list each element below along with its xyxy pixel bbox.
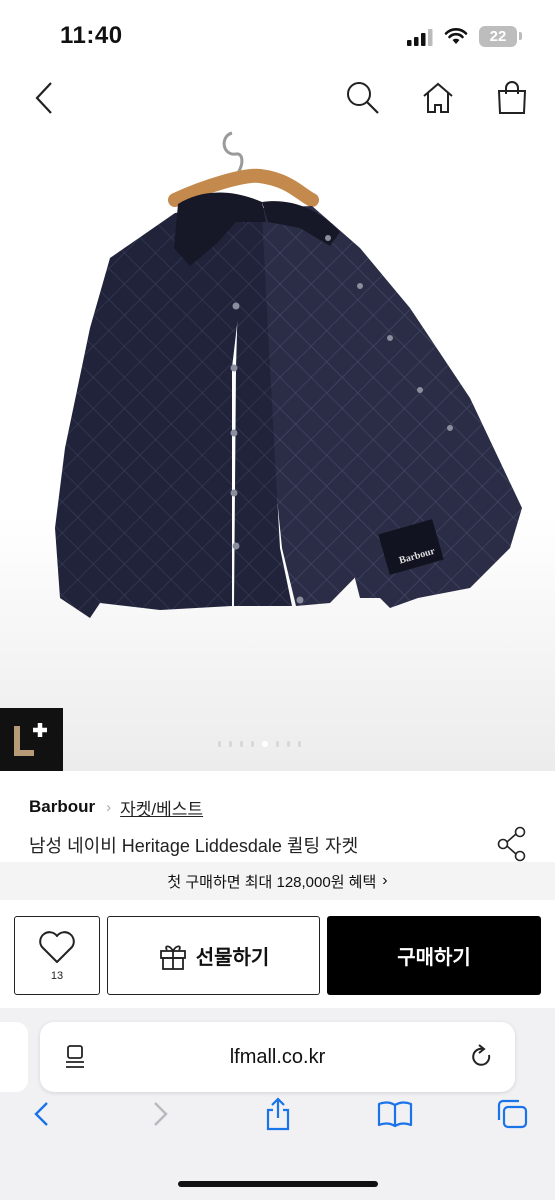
buy-button[interactable]: 구매하기 (327, 916, 541, 995)
home-button[interactable] (416, 76, 460, 120)
top-navigation (0, 70, 555, 130)
like-count: 13 (50, 969, 64, 982)
tabs-button[interactable] (492, 1094, 532, 1134)
lplus-logo-icon (14, 723, 47, 756)
carousel-dot[interactable] (218, 741, 221, 747)
browser-back-button[interactable] (21, 1094, 61, 1134)
status-time: 11:40 (60, 22, 123, 49)
chevron-right-icon: › (382, 872, 388, 889)
gift-icon (159, 944, 186, 970)
promo-text: 첫 구매하면 최대 128,000원 혜택 (167, 873, 377, 891)
carousel-dot[interactable] (251, 741, 254, 747)
wifi-icon (444, 28, 468, 44)
search-icon (347, 82, 379, 114)
status-bar: 11:40 22 (0, 0, 555, 70)
chevron-right-icon (154, 1102, 168, 1126)
like-button[interactable]: 13 (14, 916, 100, 995)
share-sheet-icon (266, 1097, 290, 1131)
carousel-dot[interactable] (276, 741, 279, 747)
lplus-badge (0, 708, 63, 771)
product-image-carousel[interactable]: Barbour (0, 128, 555, 771)
cellular-signal-icon (407, 29, 433, 46)
url-text: lfmall.co.kr (229, 1045, 326, 1068)
purchase-action-bar: 13 선물하기 구매하기 (0, 904, 555, 1008)
quilted-jacket-image: Barbour (55, 131, 522, 618)
heart-icon (39, 930, 75, 963)
previous-tab-preview[interactable] (0, 1022, 28, 1092)
carousel-dot[interactable] (229, 741, 232, 747)
gift-button[interactable]: 선물하기 (107, 916, 320, 995)
share-icon (497, 826, 526, 862)
share-sheet-button[interactable] (258, 1094, 298, 1134)
bookmarks-icon (377, 1101, 413, 1128)
page-menu-icon[interactable] (64, 1044, 88, 1070)
carousel-dot-active[interactable] (262, 741, 268, 747)
carousel-dot[interactable] (240, 741, 243, 747)
back-button[interactable] (22, 76, 66, 120)
breadcrumb: Barbour › 자켓/베스트 (29, 795, 203, 819)
buy-button-label: 구매하기 (397, 947, 471, 969)
home-icon (423, 82, 453, 113)
brand-link[interactable]: Barbour (29, 797, 95, 817)
chevron-right-icon: › (106, 798, 112, 816)
carousel-dot[interactable] (298, 741, 301, 747)
shopping-bag-button[interactable] (490, 76, 534, 120)
tabs-icon (497, 1099, 528, 1129)
carousel-dot[interactable] (287, 741, 290, 747)
carousel-pagination (218, 741, 301, 747)
product-title: 남성 네이비 Heritage Liddesdale 퀼팅 자켓 (29, 836, 359, 856)
battery-tip (519, 32, 522, 40)
reload-icon[interactable] (469, 1043, 495, 1071)
shopping-bag-icon (497, 81, 527, 114)
category-link[interactable]: 자켓/베스트 (120, 795, 203, 820)
address-bar[interactable]: lfmall.co.kr (40, 1022, 515, 1092)
share-button[interactable] (496, 826, 528, 862)
battery-level: 22 (479, 26, 517, 47)
first-purchase-promo-banner[interactable]: 첫 구매하면 최대 128,000원 혜택 › (0, 862, 555, 900)
bookmarks-button[interactable] (375, 1094, 415, 1134)
browser-forward-button[interactable] (141, 1094, 181, 1134)
gift-button-label: 선물하기 (195, 947, 270, 969)
search-button[interactable] (341, 76, 385, 120)
home-indicator[interactable] (178, 1181, 378, 1187)
chevron-left-icon (35, 82, 52, 114)
chevron-left-icon (34, 1102, 48, 1126)
